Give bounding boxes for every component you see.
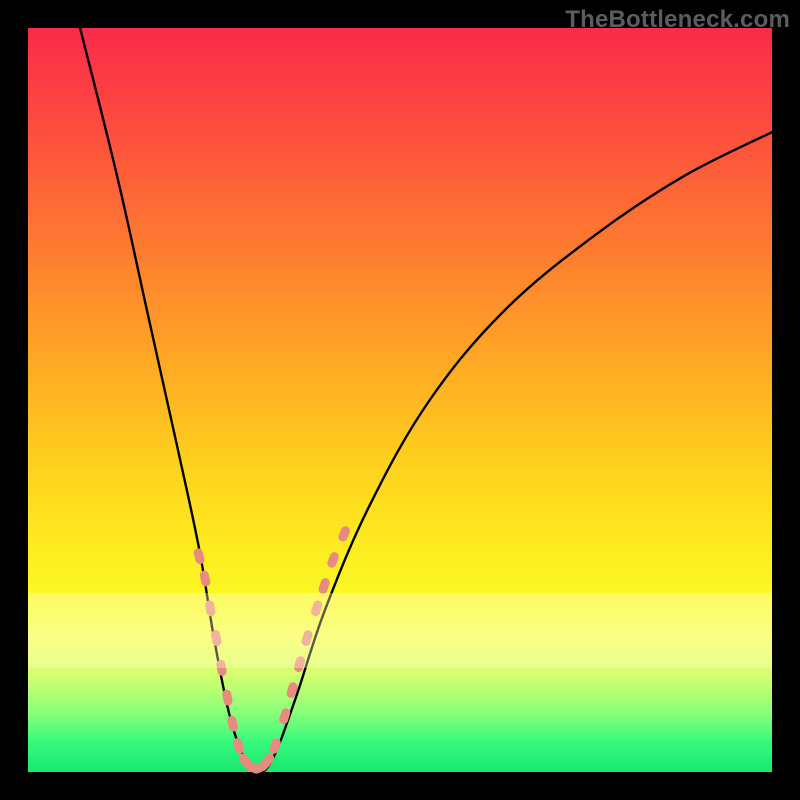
dot-marker <box>326 551 340 569</box>
dot-marker <box>310 599 324 617</box>
dot-marker <box>232 737 246 755</box>
dot-marker <box>300 629 313 647</box>
dot-marker <box>278 707 291 725</box>
plot-area <box>28 28 772 772</box>
chart-overlay <box>28 28 772 772</box>
dot-marker <box>221 689 233 706</box>
dot-marker <box>210 629 222 646</box>
dot-marker <box>337 525 352 543</box>
dot-marker <box>216 659 228 676</box>
bottleneck-curve <box>80 28 772 772</box>
chart-stage: TheBottleneck.com <box>0 0 800 800</box>
dot-marker <box>204 600 216 617</box>
dot-marker <box>199 570 211 588</box>
dot-marker <box>193 547 206 565</box>
dot-marker <box>226 715 238 733</box>
dot-marker <box>317 577 331 595</box>
